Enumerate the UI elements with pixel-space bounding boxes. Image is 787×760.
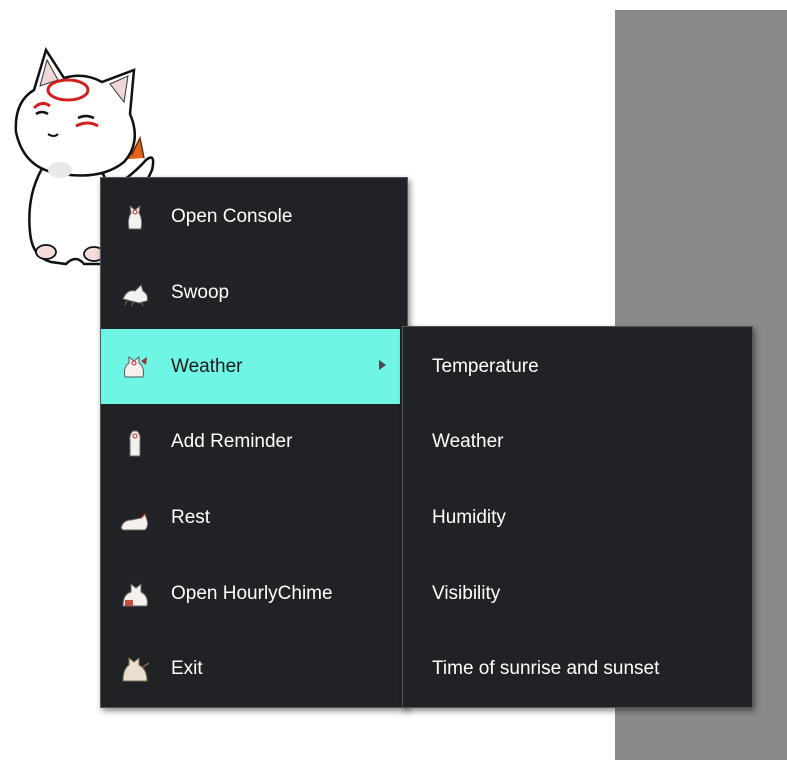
dog-sleeping-icon [122, 582, 148, 607]
menu-item-label: Weather [171, 355, 243, 377]
menu-item-label: Rest [171, 506, 211, 528]
submenu-item-weather[interactable]: Weather [403, 404, 752, 479]
submenu-item-label: Time of sunrise and sunset [432, 657, 660, 679]
dog-standing-icon [129, 430, 141, 457]
weather-submenu: Temperature Weather Humidity Visibility … [402, 326, 753, 708]
dog-sitting-icon [127, 204, 143, 230]
menu-item-open-hourlychime[interactable]: Open HourlyChime [101, 556, 407, 631]
menu-item-exit[interactable]: Exit [101, 631, 407, 706]
dog-lying-icon [120, 513, 149, 531]
menu-item-label: Swoop [171, 281, 230, 303]
submenu-item-label: Weather [432, 430, 504, 452]
submenu-item-humidity[interactable]: Humidity [403, 480, 752, 555]
menu-item-label: Add Reminder [171, 430, 293, 452]
submenu-item-temperature[interactable]: Temperature [403, 329, 752, 404]
dog-weather-icon [124, 355, 147, 378]
dog-leaving-icon [122, 656, 150, 682]
menu-item-rest[interactable]: Rest [101, 480, 407, 555]
menu-item-label: Open HourlyChime [171, 582, 333, 604]
submenu-item-label: Visibility [432, 582, 501, 604]
menu-item-swoop[interactable]: Swoop [101, 255, 407, 330]
menu-item-label: Open Console [171, 205, 293, 227]
menu-item-label: Exit [171, 657, 203, 679]
submenu-item-label: Humidity [432, 506, 506, 528]
dog-running-icon [122, 284, 148, 307]
menu-item-open-console[interactable]: Open Console [101, 179, 407, 254]
submenu-item-visibility[interactable]: Visibility [403, 556, 752, 631]
context-menu: Open Console Swoop Weather Add Reminder … [100, 177, 408, 708]
submenu-item-sunrise-sunset[interactable]: Time of sunrise and sunset [403, 631, 752, 706]
submenu-arrow-icon [379, 360, 386, 370]
submenu-item-label: Temperature [432, 355, 539, 377]
menu-item-add-reminder[interactable]: Add Reminder [101, 404, 407, 479]
menu-item-weather[interactable]: Weather [101, 329, 400, 404]
